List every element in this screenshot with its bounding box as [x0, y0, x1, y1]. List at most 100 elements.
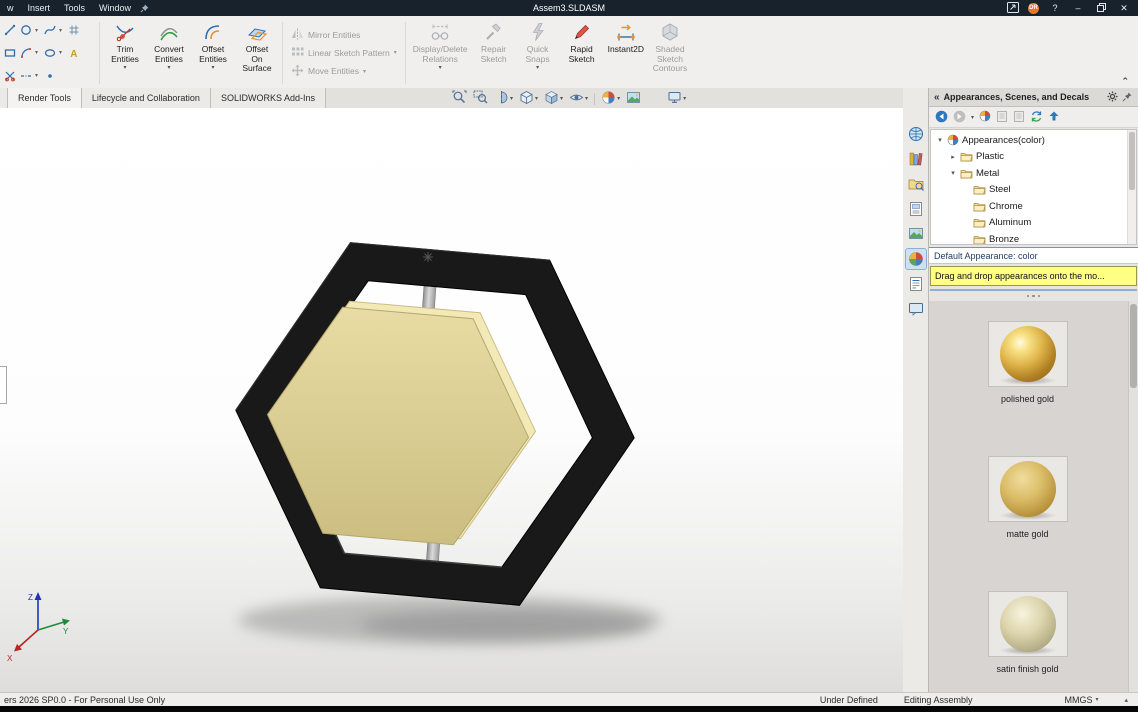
- resources-icon[interactable]: [906, 124, 926, 144]
- forum-icon[interactable]: [906, 299, 926, 319]
- display-style-icon[interactable]: ▾: [544, 90, 563, 107]
- design-library-icon[interactable]: [906, 149, 926, 169]
- dropdown-caret[interactable]: ▾: [35, 72, 41, 79]
- swatch-scrollbar-thumb[interactable]: [1130, 304, 1137, 388]
- rapid-sketch-button[interactable]: Rapid Sketch: [560, 17, 604, 89]
- dropdown-caret[interactable]: ▾: [439, 65, 442, 72]
- dropdown-caret[interactable]: ▾: [167, 65, 170, 72]
- graphics-viewport[interactable]: Z Y X: [0, 108, 904, 692]
- restore-button[interactable]: [1094, 2, 1108, 14]
- expand-statusbar-icon[interactable]: ▴: [1124, 696, 1134, 704]
- appearance-swatch-tile[interactable]: [987, 456, 1068, 522]
- up-level-icon[interactable]: [1048, 110, 1060, 124]
- appearance-swatch-tile[interactable]: [987, 321, 1068, 387]
- menu-pin-icon[interactable]: [140, 3, 150, 13]
- sync-icon[interactable]: [1030, 110, 1043, 125]
- collapse-panel-icon[interactable]: «: [934, 92, 940, 103]
- tree-item-metal[interactable]: ▾ Metal: [931, 165, 1136, 182]
- repair-sketch-button[interactable]: Repair Sketch: [472, 17, 516, 89]
- sketch-trim-icon[interactable]: [3, 69, 17, 83]
- dropdown-caret[interactable]: ▾: [35, 27, 41, 34]
- sketch-centerline-icon[interactable]: [19, 69, 33, 83]
- tab-solidworks-add-ins[interactable]: SOLIDWORKS Add-Ins: [210, 88, 326, 108]
- menu-window[interactable]: Window: [92, 0, 138, 16]
- dropdown-caret[interactable]: ▾: [59, 49, 65, 56]
- sketch-text-icon[interactable]: A: [67, 46, 81, 60]
- view-palette-icon[interactable]: [906, 199, 926, 219]
- dropdown-caret[interactable]: ▾: [211, 65, 214, 72]
- trim-entities-button[interactable]: Trim Entities ▾: [103, 17, 147, 89]
- tree-item-aluminum[interactable]: Aluminum: [931, 215, 1136, 232]
- tab-lifecycle-and-collaboration[interactable]: Lifecycle and Collaboration: [81, 88, 211, 108]
- share-icon[interactable]: [1007, 1, 1019, 15]
- custom-properties-icon[interactable]: [906, 274, 926, 294]
- tree-chevron-icon[interactable]: ▾: [949, 169, 957, 177]
- mirror-entities-button[interactable]: Mirror Entities: [291, 28, 397, 42]
- sketch-circle-icon[interactable]: [19, 23, 33, 37]
- file-explorer-icon[interactable]: [906, 174, 926, 194]
- offset-on-surface-button[interactable]: Offset On Surface: [235, 17, 279, 89]
- swatch-scrollbar[interactable]: [1128, 301, 1138, 692]
- tree-item-chrome[interactable]: Chrome: [931, 198, 1136, 215]
- avatar[interactable]: DR: [1028, 2, 1039, 14]
- tree-scrollbar[interactable]: [1127, 130, 1136, 244]
- hide-show-items-icon[interactable]: ▾: [569, 90, 588, 107]
- dropdown-caret[interactable]: ▾: [363, 68, 366, 75]
- sketch-grid-icon[interactable]: [67, 23, 81, 37]
- offset-entities-button[interactable]: Offset Entities ▾: [191, 17, 235, 89]
- dropdown-caret[interactable]: ▾: [1095, 696, 1098, 703]
- move-entities-button[interactable]: Move Entities ▾: [291, 64, 397, 79]
- appearance-swatch-tile[interactable]: [987, 591, 1068, 657]
- dropdown-caret[interactable]: ▾: [123, 65, 126, 72]
- tree-chevron-icon[interactable]: ▸: [949, 153, 957, 161]
- sketch-arc-icon[interactable]: [19, 46, 33, 60]
- appearances-home-icon[interactable]: [979, 110, 991, 124]
- view-orientation-icon[interactable]: ▾: [519, 90, 538, 107]
- zoom-to-area-icon[interactable]: [473, 90, 488, 107]
- help-icon[interactable]: ?: [1048, 3, 1062, 13]
- gear-icon[interactable]: [1107, 91, 1118, 104]
- pin-icon[interactable]: [1122, 91, 1133, 104]
- dropdown-caret[interactable]: ▾: [59, 27, 65, 34]
- dropdown-caret[interactable]: ▾: [536, 65, 539, 72]
- dropdown-caret[interactable]: ▾: [35, 49, 41, 56]
- tree-item-appearances-color-[interactable]: ▾ Appearances(color): [931, 132, 1136, 149]
- sketch-line-icon[interactable]: [3, 23, 17, 37]
- tree-item-steel[interactable]: Steel: [931, 182, 1136, 199]
- tab-fragment[interactable]: [0, 88, 8, 108]
- linear-sketch-pattern-button[interactable]: Linear Sketch Pattern ▾: [291, 46, 397, 60]
- instant2d-button[interactable]: Instant2D: [604, 17, 648, 89]
- collapse-ribbon-icon[interactable]: ⌃: [1121, 76, 1129, 87]
- close-button[interactable]: ✕: [1117, 3, 1131, 14]
- history-caret[interactable]: ▾: [971, 114, 974, 121]
- sketch-point-icon[interactable]: [43, 69, 57, 83]
- edit-appearance-icon[interactable]: ▾: [601, 90, 620, 107]
- section-view-icon[interactable]: ▾: [494, 90, 513, 107]
- shaded-sketch-contours-button[interactable]: Shaded Sketch Contours: [648, 17, 692, 89]
- scenes-icon[interactable]: [906, 224, 926, 244]
- tree-item-bronze[interactable]: Bronze: [931, 231, 1136, 244]
- appearances-icon[interactable]: [904, 248, 927, 270]
- back-icon[interactable]: [935, 110, 948, 125]
- dropdown-caret[interactable]: ▾: [394, 49, 397, 56]
- tree-chevron-icon[interactable]: ▾: [936, 136, 944, 144]
- collapsed-panel-tab[interactable]: [0, 366, 7, 404]
- convert-entities-button[interactable]: Convert Entities ▾: [147, 17, 191, 89]
- sketch-spline-icon[interactable]: [43, 23, 57, 37]
- minimize-button[interactable]: –: [1071, 3, 1085, 13]
- view-settings-icon[interactable]: ▾: [667, 90, 686, 107]
- zoom-to-fit-icon[interactable]: [452, 90, 467, 107]
- tab-render-tools[interactable]: Render Tools: [8, 88, 82, 108]
- apply-scene-icon[interactable]: [626, 90, 641, 107]
- sketch-rectangle-icon[interactable]: [3, 46, 17, 60]
- unit-system[interactable]: MMGS ▾: [1064, 695, 1124, 705]
- menu-fragment[interactable]: w: [0, 0, 21, 16]
- tree-item-plastic[interactable]: ▸ Plastic: [931, 149, 1136, 166]
- display-delete-relations-button[interactable]: Display/Delete Relations ▾: [409, 17, 472, 89]
- menu-tools[interactable]: Tools: [57, 0, 92, 16]
- splitter-handle[interactable]: [929, 291, 1138, 301]
- model-canvas[interactable]: Z Y X: [0, 108, 903, 692]
- quick-snaps-button[interactable]: Quick Snaps ▾: [516, 17, 560, 89]
- menu-insert[interactable]: Insert: [21, 0, 58, 16]
- tree-scrollbar-thumb[interactable]: [1129, 132, 1135, 190]
